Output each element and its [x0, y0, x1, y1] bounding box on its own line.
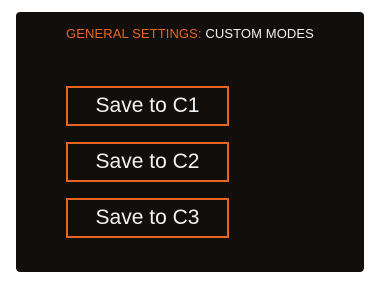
- save-to-c2-label: Save to C2: [95, 150, 200, 173]
- save-to-c2-button[interactable]: Save to C2: [66, 142, 229, 182]
- settings-screen: GENERAL SETTINGS: CUSTOM MODES Save to C…: [16, 12, 364, 272]
- page-title: GENERAL SETTINGS: CUSTOM MODES: [16, 26, 364, 41]
- save-to-c1-button[interactable]: Save to C1: [66, 86, 229, 126]
- save-to-c3-button[interactable]: Save to C3: [66, 198, 229, 238]
- save-to-c3-label: Save to C3: [95, 206, 200, 229]
- save-to-c1-label: Save to C1: [95, 94, 200, 117]
- settings-category-label: GENERAL SETTINGS:: [66, 26, 202, 41]
- settings-page-label: CUSTOM MODES: [205, 26, 314, 41]
